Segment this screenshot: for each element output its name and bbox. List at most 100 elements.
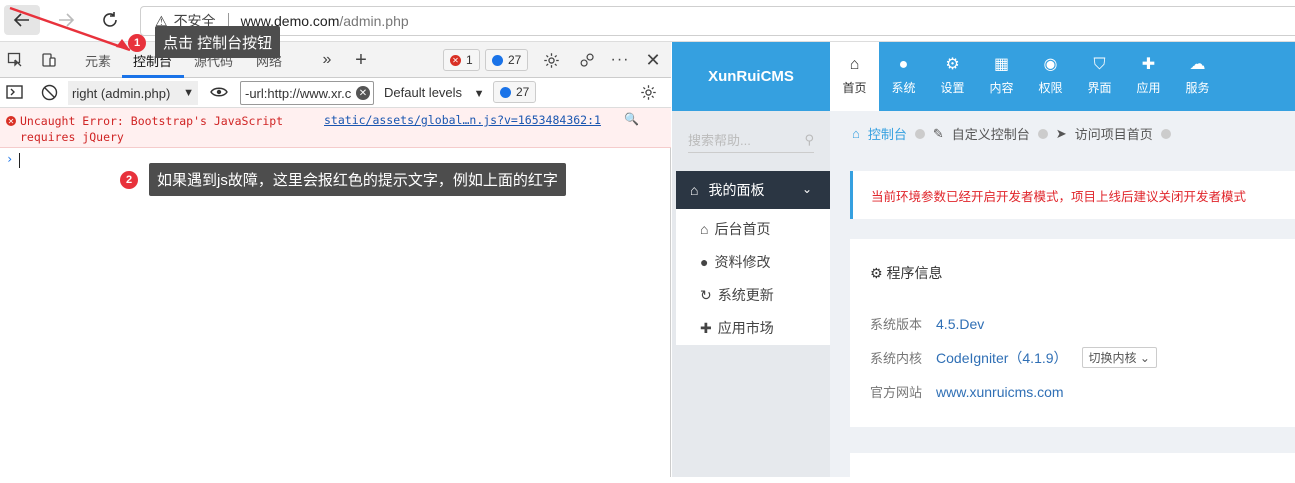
sidebar-section-my-panel[interactable]: ⌂ 我的面板 ⌄ — [676, 171, 830, 209]
switch-kernel-button[interactable]: 切换内核 ⌄ — [1081, 347, 1157, 368]
breadcrumb-visit-home[interactable]: 访问项目首页 — [1075, 124, 1153, 143]
address-bar[interactable]: ⚠ 不安全 www.demo.com/admin.php — [140, 6, 1295, 36]
console-prompt-icon: › — [6, 152, 14, 166]
context-select[interactable]: right (admin.php) ▼ — [68, 81, 198, 105]
sidebar-item-label: 系统更新 — [717, 287, 774, 303]
puzzle-icon: ✚ — [700, 319, 712, 336]
nav-apps[interactable]: ✚ 应用 — [1124, 42, 1173, 111]
breadcrumb-dot — [914, 128, 925, 139]
grid-icon: ▦ — [993, 56, 1010, 73]
search-placeholder: 搜索帮助... — [688, 133, 751, 148]
home-icon: ⌂ — [690, 182, 699, 198]
sidebar-item-app-market[interactable]: ✚ 应用市场 — [700, 318, 774, 338]
log-levels-select[interactable]: Default levels ▼ — [384, 85, 485, 100]
html5-icon: ⛉ — [1093, 56, 1106, 73]
cms-sidebar: 搜索帮助... ⚲ ⌂ 我的面板 ⌄ ⌂ 后台首页 ● 资料修改 ↻ 系统更新 … — [672, 111, 830, 477]
breadcrumb: ⌂ 控制台 ✎ 自定义控制台 ➤ 访问项目首页 — [852, 124, 1171, 143]
error-count-badge[interactable]: ✕ 1 — [443, 49, 480, 71]
search-icon[interactable]: 🔍 — [624, 112, 639, 126]
console-input-caret[interactable] — [19, 153, 20, 168]
dev-mode-alert: 当前环境参数已经开启开发者模式，项目上线后建议关闭开发者模式 — [850, 171, 1295, 219]
callout-text: 点击 控制台按钮 — [163, 34, 273, 52]
close-devtools-icon[interactable]: ✕ — [642, 50, 664, 70]
console-error-message: ✕ Uncaught Error: Bootstrap's JavaScript… — [0, 108, 671, 148]
cms-logo[interactable]: XunRuiCMS — [672, 42, 830, 111]
settings-gear-icon[interactable] — [540, 50, 562, 70]
nav-services[interactable]: ☁ 服务 — [1173, 42, 1222, 111]
nav-label: 服务 — [1185, 81, 1210, 95]
message-count-badge[interactable]: 27 — [485, 49, 529, 71]
cms-admin-page: XunRuiCMS ⌂ 首页 ● 系统 ⚙ 设置 ▦ 内容 ◉ 权限 ⛉ 界面 … — [672, 42, 1295, 483]
nav-interface[interactable]: ⛉ 界面 — [1075, 42, 1124, 111]
cms-main: ⌂ 控制台 ✎ 自定义控制台 ➤ 访问项目首页 当前环境参数已经开启开发者模式，… — [830, 111, 1295, 483]
nav-label: 应用 — [1136, 81, 1161, 95]
message-icon — [492, 54, 503, 66]
program-info-card: ⚙ 程序信息 系统版本 4.5.Dev 系统内核 CodeIgniter（4.1… — [850, 239, 1295, 427]
nav-permissions[interactable]: ◉ 权限 — [1026, 42, 1075, 111]
top-nav: ⌂ 首页 ● 系统 ⚙ 设置 ▦ 内容 ◉ 权限 ⛉ 界面 ✚ 应用 ☁ 服务 — [830, 42, 1295, 111]
breadcrumb-dashboard[interactable]: 控制台 — [868, 124, 907, 143]
levels-label: Default levels — [384, 85, 463, 100]
cogs-icon: ⚙ — [945, 56, 960, 73]
nav-content[interactable]: ▦ 内容 — [977, 42, 1026, 111]
sidebar-item-admin-home[interactable]: ⌂ 后台首页 — [700, 219, 770, 239]
sidebar-item-label: 应用市场 — [717, 320, 774, 336]
nav-home[interactable]: ⌂ 首页 — [830, 42, 879, 111]
version-label: 系统版本 — [870, 317, 923, 332]
edit-icon: ✎ — [932, 125, 944, 141]
secondary-card — [850, 453, 1295, 483]
refresh-icon: ↻ — [700, 286, 712, 303]
nav-label: 系统 — [891, 81, 916, 95]
nav-label: 界面 — [1087, 81, 1112, 95]
breadcrumb-dot — [1037, 128, 1048, 139]
home-icon: ⌂ — [849, 56, 860, 73]
dropdown-arrow-icon: ▼ — [473, 88, 485, 100]
site-link[interactable]: www.xunruicms.com — [936, 384, 1064, 400]
help-search-input[interactable]: 搜索帮助... ⚲ — [688, 127, 814, 153]
context-value: right (admin.php) — [72, 85, 171, 101]
eye-icon[interactable] — [208, 82, 230, 102]
error-icon: ✕ — [6, 116, 16, 126]
sidebar-toggle-icon[interactable] — [3, 82, 25, 102]
breadcrumb-dot — [1160, 128, 1171, 139]
more-options-icon[interactable]: ··· — [609, 50, 631, 70]
toolbar-message-count: 27 — [516, 85, 530, 99]
console-settings-icon[interactable] — [637, 82, 659, 102]
error-source-link[interactable]: static/assets/global…n.js?v=1653484362:1 — [324, 113, 601, 127]
sidebar-item-profile[interactable]: ● 资料修改 — [700, 252, 770, 272]
customize-icon[interactable] — [576, 50, 598, 70]
dropdown-arrow-icon: ▼ — [183, 87, 194, 99]
info-title-text: 程序信息 — [886, 265, 943, 281]
send-icon: ➤ — [1055, 125, 1067, 141]
message-icon — [500, 86, 511, 98]
step-badge-1: 1 — [128, 34, 146, 52]
search-icon[interactable]: ⚲ — [804, 132, 814, 148]
kernel-row: 系统内核 CodeIgniter（4.1.9） 切换内核 ⌄ — [870, 347, 1157, 368]
callout-js-error-hint: 如果遇到js故障，这里会报红色的提示文字，例如上面的红字 — [149, 163, 566, 196]
clear-filter-icon[interactable]: ✕ — [356, 86, 370, 100]
console-filter-input[interactable]: -url:http://www.xr.c ✕ — [240, 81, 374, 105]
logo-text: XunRuiCMS — [708, 68, 794, 85]
clear-console-icon[interactable] — [38, 82, 60, 102]
url-path: /admin.php — [339, 13, 409, 29]
nav-settings[interactable]: ⚙ 设置 — [928, 42, 977, 111]
more-tabs-icon[interactable]: » — [316, 50, 338, 70]
nav-system[interactable]: ● 系统 — [879, 42, 928, 111]
version-row: 系统版本 4.5.Dev — [870, 314, 984, 333]
kernel-label: 系统内核 — [870, 351, 923, 366]
callout-text: 如果遇到js故障，这里会报红色的提示文字，例如上面的红字 — [157, 172, 558, 189]
callout-click-console: 点击 控制台按钮 — [155, 26, 281, 58]
sidebar-item-update[interactable]: ↻ 系统更新 — [700, 285, 774, 305]
puzzle-icon: ✚ — [1141, 56, 1156, 73]
add-tab-icon[interactable]: + — [350, 49, 372, 71]
console-toolbar: right (admin.php) ▼ -url:http://www.xr.c… — [0, 78, 671, 108]
alert-text: 当前环境参数已经开启开发者模式，项目上线后建议关闭开发者模式 — [871, 189, 1247, 204]
error-text: Uncaught Error: Bootstrap's JavaScript r… — [20, 114, 284, 144]
gear-icon: ⚙ — [870, 265, 883, 281]
message-count: 27 — [508, 53, 522, 67]
switch-kernel-label: 切换内核 — [1088, 351, 1137, 365]
breadcrumb-custom-dashboard[interactable]: 自定义控制台 — [952, 124, 1030, 143]
toolbar-message-badge[interactable]: 27 — [493, 81, 537, 103]
globe-icon: ● — [898, 56, 909, 73]
nav-label: 设置 — [940, 81, 965, 95]
